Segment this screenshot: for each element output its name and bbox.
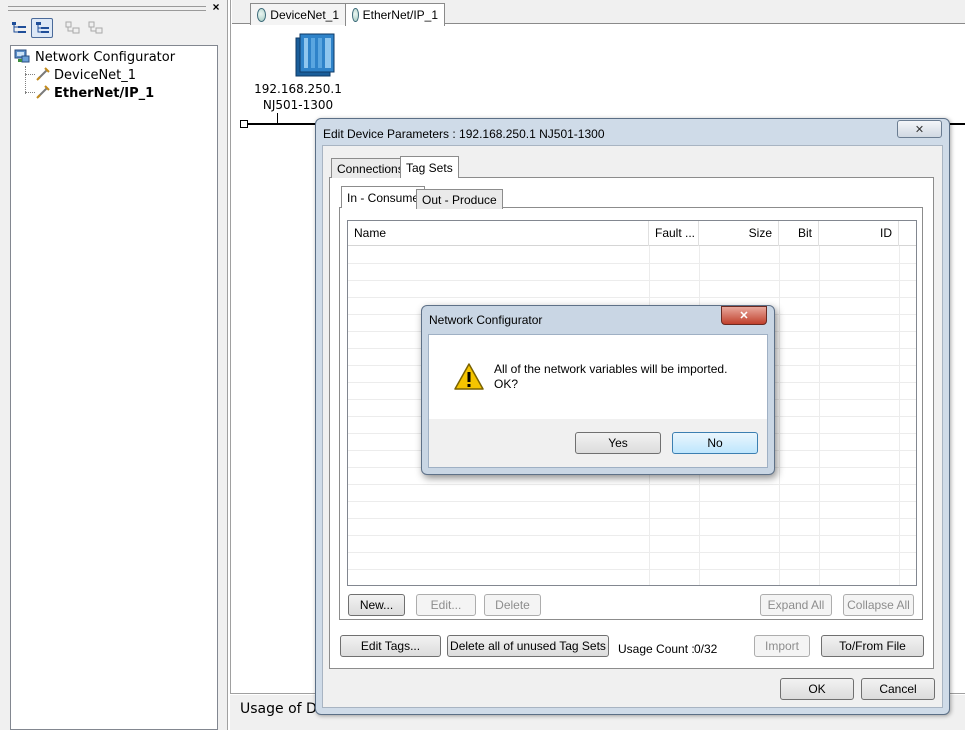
message-text: All of the network variables will be imp… [494, 362, 727, 392]
table-row-line [348, 552, 916, 553]
network-tree: Network Configurator DeviceNet_1 EtherNe… [10, 45, 218, 730]
network-link-icon [35, 84, 51, 103]
expand-tree-icon [62, 18, 84, 38]
device-model: NJ501-1300 [262, 98, 334, 112]
tree-view-icon[interactable] [8, 18, 30, 38]
tab-connections[interactable]: Connections [331, 158, 410, 178]
table-row-line [348, 297, 916, 298]
device-ip: 192.168.250.1 [254, 82, 342, 96]
dialog-close-button[interactable]: ✕ [897, 120, 942, 138]
yes-button[interactable]: Yes [575, 432, 661, 454]
table-column-line [899, 246, 900, 585]
network-terminator [240, 120, 248, 128]
network-tree-panel: × Network Configurator DeviceNet_1 Ether… [0, 0, 228, 730]
column-header-id[interactable]: ID [819, 221, 899, 246]
usage-panel-title: Usage of De [240, 701, 326, 717]
plc-device-icon[interactable] [294, 32, 340, 81]
table-row-line [348, 263, 916, 264]
edit-button[interactable]: Edit... [416, 594, 476, 616]
table-row-line [348, 535, 916, 536]
device-label: 192.168.250.1 NJ501-1300 [254, 81, 342, 113]
table-row-line [348, 501, 916, 502]
collapse-tree-icon [85, 18, 107, 38]
no-button[interactable]: No [672, 432, 758, 454]
panel-grip[interactable] [8, 6, 206, 11]
warning-icon [453, 362, 485, 395]
tab-tag-sets[interactable]: Tag Sets [400, 156, 459, 178]
table-row-line [348, 484, 916, 485]
device-tree-icon[interactable] [31, 18, 53, 38]
table-column-line [779, 246, 780, 585]
column-header-fault[interactable]: Fault ... [649, 221, 699, 246]
tab-label: Out - Produce [422, 192, 497, 207]
device-drop-line [277, 113, 278, 123]
tree-item-label: EtherNet/IP_1 [54, 85, 155, 101]
message-box-close-button[interactable]: ✕ [721, 306, 767, 325]
subtab-out-produce[interactable]: Out - Produce [416, 189, 503, 209]
expand-all-button[interactable]: Expand All [760, 594, 832, 616]
tree-item-label: DeviceNet_1 [54, 67, 137, 83]
table-column-line [819, 246, 820, 585]
import-button[interactable]: Import [754, 635, 810, 657]
table-row-line [348, 518, 916, 519]
tree-item-ethernetip[interactable]: EtherNet/IP_1 [35, 84, 154, 102]
cancel-button[interactable]: Cancel [861, 678, 935, 700]
network-configurator-icon [14, 48, 31, 67]
message-line-2: OK? [494, 377, 519, 391]
network-globe-icon [257, 7, 267, 22]
panel-close-icon[interactable]: × [210, 1, 222, 13]
tab-label: In - Consume [347, 190, 420, 205]
message-box-title: Network Configurator [429, 313, 543, 327]
close-icon: ✕ [739, 310, 749, 322]
tab-label: Connections [337, 161, 404, 176]
tab-label: EtherNet/IP_1 [362, 8, 438, 22]
delete-button[interactable]: Delete [484, 594, 541, 616]
network-globe-icon [352, 8, 359, 22]
new-button[interactable]: New... [348, 594, 405, 616]
tab-ethernetip[interactable]: EtherNet/IP_1 [345, 3, 445, 26]
message-line-1: All of the network variables will be imp… [494, 362, 728, 376]
collapse-all-button[interactable]: Collapse All [843, 594, 914, 616]
subtab-in-consume[interactable]: In - Consume [341, 186, 426, 208]
column-header-name[interactable]: Name [348, 221, 649, 246]
tab-label: DeviceNet_1 [270, 7, 339, 22]
delete-unused-tag-sets-button[interactable]: Delete all of unused Tag Sets [447, 635, 609, 657]
column-header-bit[interactable]: Bit [779, 221, 819, 246]
edit-tags-button[interactable]: Edit Tags... [340, 635, 441, 657]
table-row-line [348, 569, 916, 570]
tree-item-devicenet[interactable]: DeviceNet_1 [35, 66, 136, 84]
ok-button[interactable]: OK [780, 678, 854, 700]
table-header: Name Fault ... Size Bit ID [348, 221, 916, 246]
tree-root-label: Network Configurator [35, 49, 176, 65]
tab-devicenet[interactable]: DeviceNet_1 [250, 3, 346, 25]
usage-count-label: Usage Count : [618, 642, 695, 656]
usage-count-value: 0/32 [694, 642, 718, 656]
column-header-size[interactable]: Size [699, 221, 779, 246]
network-link-icon [35, 66, 51, 85]
tree-item-network-configurator[interactable]: Network Configurator [14, 48, 175, 66]
table-row-line [348, 280, 916, 281]
to-from-file-button[interactable]: To/From File [821, 635, 924, 657]
tab-label: Tag Sets [406, 160, 453, 175]
dialog-title: Edit Device Parameters : 192.168.250.1 N… [323, 127, 605, 141]
close-icon: ✕ [914, 123, 925, 136]
